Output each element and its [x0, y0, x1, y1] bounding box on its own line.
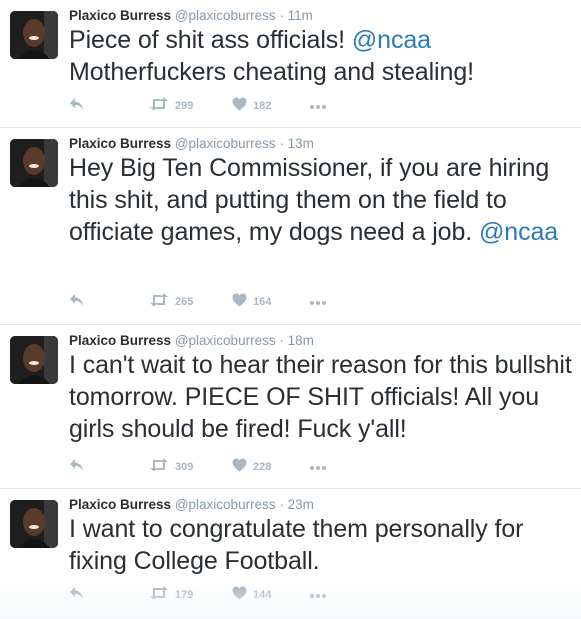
tweet-header: Plaxico Burress @plaxicoburress · 18m: [69, 332, 314, 350]
username[interactable]: @plaxicoburress: [175, 497, 276, 512]
tweet-text: I want to congratulate them personally f…: [69, 513, 574, 577]
timestamp[interactable]: 23m: [288, 497, 314, 512]
more-button[interactable]: [309, 457, 327, 477]
like-count: 144: [253, 589, 272, 601]
retweet-count: 265: [175, 296, 194, 308]
tweet-actions: 265 164: [69, 292, 369, 312]
tweet-text-part: Hey Big Ten Commissioner, if you are hir…: [69, 154, 550, 246]
like-button[interactable]: 144: [232, 585, 271, 605]
like-button[interactable]: 228: [232, 457, 271, 477]
avatar[interactable]: [10, 500, 58, 548]
username[interactable]: @plaxicoburress: [175, 136, 276, 151]
tweet[interactable]: Plaxico Burress @plaxicoburress · 23m I …: [0, 489, 581, 619]
like-button[interactable]: 164: [232, 292, 271, 312]
tweet-text-part: Motherfuckers cheating and stealing!: [69, 58, 474, 86]
heart-icon: [232, 586, 247, 605]
retweet-icon: [149, 97, 169, 116]
reply-button[interactable]: [69, 457, 85, 477]
timestamp[interactable]: 11m: [288, 8, 313, 23]
heart-icon: [232, 293, 247, 312]
like-count: 164: [253, 296, 272, 308]
tweet-actions: 299 182: [69, 96, 369, 116]
tweet-text: I can't wait to hear their reason for th…: [69, 349, 574, 445]
separator-dot: ·: [279, 497, 284, 512]
more-button[interactable]: [309, 96, 327, 116]
mention-link[interactable]: @ncaa: [352, 26, 431, 54]
timestamp[interactable]: 18m: [288, 333, 314, 348]
username[interactable]: @plaxicoburress: [175, 8, 276, 23]
fullname[interactable]: Plaxico Burress: [69, 8, 171, 23]
retweet-icon: [149, 586, 169, 605]
more-button[interactable]: [309, 585, 327, 605]
fullname[interactable]: Plaxico Burress: [69, 333, 171, 348]
reply-button[interactable]: [69, 96, 85, 116]
like-button[interactable]: 182: [232, 96, 271, 116]
retweet-button[interactable]: 179: [149, 585, 193, 605]
tweet[interactable]: Plaxico Burress @plaxicoburress · 11m Pi…: [0, 0, 581, 128]
retweet-count: 309: [175, 461, 194, 473]
retweet-count: 299: [175, 100, 194, 112]
tweet-text: Piece of shit ass officials! @ncaa Mothe…: [69, 24, 574, 88]
separator-dot: ·: [279, 8, 284, 23]
more-dots-icon: [309, 458, 327, 476]
reply-button[interactable]: [69, 585, 85, 605]
avatar[interactable]: [10, 139, 58, 187]
username[interactable]: @plaxicoburress: [175, 333, 276, 348]
timestamp[interactable]: 13m: [288, 136, 314, 151]
tweet-header: Plaxico Burress @plaxicoburress · 13m: [69, 135, 314, 153]
fullname[interactable]: Plaxico Burress: [69, 136, 171, 151]
tweet-header: Plaxico Burress @plaxicoburress · 11m: [69, 7, 313, 25]
more-dots-icon: [309, 97, 327, 115]
like-count: 182: [253, 100, 272, 112]
mention-link[interactable]: @ncaa: [479, 218, 558, 246]
retweet-button[interactable]: 299: [149, 96, 193, 116]
tweet-text-part: I want to congratulate them personally f…: [69, 515, 524, 575]
avatar[interactable]: [10, 11, 58, 59]
retweet-count: 179: [175, 589, 194, 601]
more-dots-icon: [309, 586, 327, 604]
reply-button[interactable]: [69, 292, 85, 312]
more-button[interactable]: [309, 292, 327, 312]
fullname[interactable]: Plaxico Burress: [69, 497, 171, 512]
reply-icon: [69, 97, 85, 116]
tweet-header: Plaxico Burress @plaxicoburress · 23m: [69, 496, 314, 514]
heart-icon: [232, 97, 247, 116]
tweet[interactable]: Plaxico Burress @plaxicoburress · 18m I …: [0, 325, 581, 489]
tweet[interactable]: Plaxico Burress @plaxicoburress · 13m He…: [0, 128, 581, 325]
retweet-button[interactable]: 309: [149, 457, 193, 477]
retweet-icon: [149, 293, 169, 312]
tweet-text-part: I can't wait to hear their reason for th…: [69, 351, 572, 443]
heart-icon: [232, 458, 247, 477]
tweet-text: Hey Big Ten Commissioner, if you are hir…: [69, 152, 574, 248]
reply-icon: [69, 293, 85, 312]
retweet-icon: [149, 458, 169, 477]
separator-dot: ·: [279, 136, 284, 151]
separator-dot: ·: [279, 333, 284, 348]
retweet-button[interactable]: 265: [149, 292, 193, 312]
tweet-text-part: Piece of shit ass officials!: [69, 26, 352, 54]
reply-icon: [69, 586, 85, 605]
tweet-actions: 179 144: [69, 585, 369, 605]
more-dots-icon: [309, 293, 327, 311]
timeline: Plaxico Burress @plaxicoburress · 11m Pi…: [0, 0, 581, 619]
tweet-actions: 309 228: [69, 457, 369, 477]
avatar[interactable]: [10, 336, 58, 384]
reply-icon: [69, 458, 85, 477]
like-count: 228: [253, 461, 272, 473]
